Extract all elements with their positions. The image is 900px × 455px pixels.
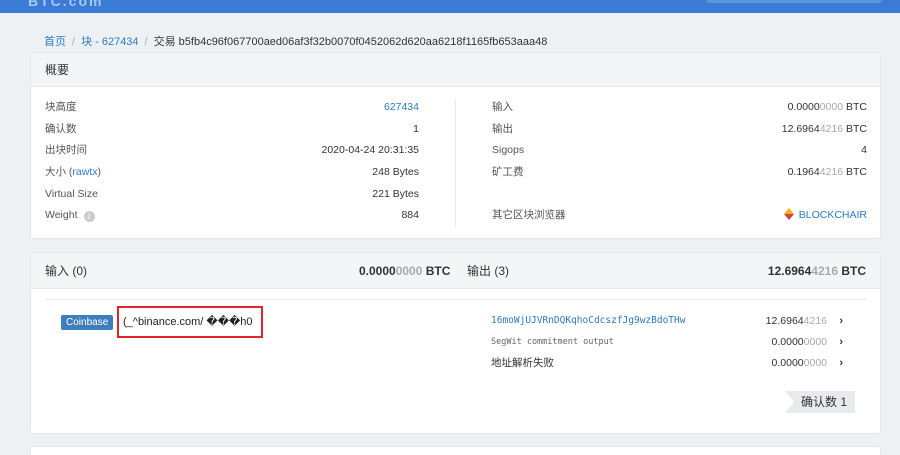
top-nav-bar: BTC.com	[0, 0, 900, 13]
output-address: SegWit commitment output	[491, 337, 614, 347]
overview-row-block-height: 块高度 627434	[45, 97, 419, 119]
value: 884	[401, 209, 419, 222]
breadcrumb: 首页 / 块 - 627434 / 交易 b5fb4c96f067700aed06af3…	[44, 33, 547, 49]
amount-main: 0.0000	[787, 101, 820, 113]
breadcrumb-separator: /	[144, 36, 148, 48]
outputs-label: 输出 (3)	[467, 264, 510, 278]
output-amount: 0.00000000	[772, 332, 827, 352]
overview-row-virtual-size: Virtual Size 221 Bytes	[45, 184, 419, 206]
amount-main: 0.0000	[771, 336, 804, 348]
chevron-right-icon[interactable]: ›	[839, 332, 843, 352]
value: 1	[413, 122, 419, 135]
blockchair-label: BLOCKCHAIR	[798, 209, 867, 222]
amount-dim: 0000	[803, 336, 827, 348]
value: 0.19644216 BTC	[788, 162, 867, 184]
breadcrumb-home[interactable]: 首页	[44, 36, 66, 48]
output-row[interactable]: 地址解析失败 0.00000000 ›	[491, 353, 843, 373]
amount-main: 0.0000	[771, 357, 804, 369]
blockchair-logo-icon	[783, 208, 794, 221]
amount-unit: BTC	[838, 264, 866, 278]
value: 12.69644216 BTC	[782, 119, 867, 141]
label: 大小 (rawtx)	[45, 166, 102, 179]
info-icon[interactable]: i	[83, 211, 95, 223]
label: 出块时间	[45, 144, 87, 157]
overview-row-output: 输出 12.69644216 BTC	[492, 119, 867, 141]
overview-row-sigops: Sigops 4	[492, 140, 867, 162]
amount-main: 12.6964	[781, 122, 820, 135]
search-input[interactable]	[706, 0, 882, 3]
amount-dim: 4216	[803, 315, 827, 327]
breadcrumb-block[interactable]: 块 - 627434	[81, 36, 138, 48]
amount-dim: 4216	[819, 122, 844, 135]
amount-dim: 0000	[803, 357, 827, 369]
confirmations-badge: 确认数 1	[785, 391, 856, 413]
value: 4	[861, 144, 867, 157]
value: 0.00000000 BTC	[788, 97, 867, 119]
breadcrumb-separator: /	[72, 36, 76, 48]
label: 其它区块浏览器	[492, 209, 566, 222]
block-height-link[interactable]: 627434	[384, 97, 419, 119]
overview-row-block-time: 出块时间 2020-04-24 20:31:35	[45, 140, 419, 162]
chevron-right-icon[interactable]: ›	[839, 311, 843, 331]
output-amount: 12.69644216	[766, 311, 827, 331]
amount-main: 12.6964	[765, 315, 804, 327]
overview-left-column: 块高度 627434 确认数 1 出块时间 2020-04-24 20:31:3…	[45, 97, 419, 227]
inputs-total: 0.00000000 BTC	[359, 253, 450, 289]
amount-unit: BTC	[843, 166, 867, 179]
divider	[45, 299, 867, 300]
overview-row-weight: Weight i 884	[45, 205, 419, 227]
outputs-total: 12.69644216 BTC	[768, 253, 866, 289]
overview-title: 概要	[31, 53, 880, 87]
output-address: 地址解析失败	[491, 357, 554, 369]
label: 矿工费	[492, 166, 524, 179]
output-address-link[interactable]: 16moWjUJVRnDQKqhoCdcszfJg9wzBdoTHw	[491, 311, 685, 331]
amount-unit: BTC	[422, 264, 451, 278]
coinbase-script: (_^binance.com/ ���h0	[123, 316, 253, 328]
amount-dim: 0000	[819, 101, 844, 113]
overview-card: 概要 块高度 627434 确认数 1 出块时间 2020-04-24 20:3…	[30, 52, 881, 239]
next-card	[30, 446, 881, 455]
overview-row-other-explorers: 其它区块浏览器 BLOCKCHAIR	[492, 205, 867, 227]
inputs-label: 输入 (0)	[45, 264, 88, 278]
label: 输入	[492, 101, 513, 113]
amount-unit: BTC	[843, 122, 867, 135]
site-logo[interactable]: BTC.com	[28, 0, 103, 9]
label: 确认数	[45, 122, 77, 135]
overview-row-fee: 矿工费 0.19644216 BTC	[492, 162, 867, 184]
overview-row-spacer	[492, 184, 867, 206]
value: 2020-04-24 20:31:35	[321, 144, 420, 157]
size-label: 大小	[45, 166, 66, 179]
overview-row-input: 输入 0.00000000 BTC	[492, 97, 867, 119]
rawtx-link[interactable]: rawtx	[72, 166, 97, 178]
overview-right-column: 输入 0.00000000 BTC 输出 12.69644216 BTC Sig…	[492, 97, 867, 227]
blockchair-link[interactable]: BLOCKCHAIR	[783, 205, 867, 227]
coinbase-badge[interactable]: Coinbase	[61, 315, 114, 330]
label: 输出	[492, 122, 513, 135]
label: Sigops	[492, 144, 525, 157]
overview-row-size: 大小 (rawtx) 248 Bytes	[45, 162, 419, 184]
weight-label: Weight	[45, 209, 78, 222]
output-amount: 0.00000000	[772, 353, 827, 373]
chevron-right-icon[interactable]: ›	[839, 353, 843, 373]
amount-main: 12.6964	[767, 264, 812, 278]
column-divider	[455, 99, 456, 227]
amount-unit: BTC	[843, 101, 867, 113]
label: Virtual Size	[45, 187, 98, 200]
transaction-header: 输入 (0) 0.00000000 BTC 输出 (3) 12.69644216…	[31, 253, 880, 289]
amount-main: 0.0000	[359, 264, 396, 278]
value: 221 Bytes	[372, 187, 419, 200]
label: 块高度	[45, 101, 77, 113]
amount-main: 0.1964	[787, 166, 820, 179]
breadcrumb-current-tx: 交易 b5fb4c96f067700aed06af3f32b0070f04520…	[153, 36, 548, 48]
amount-dim: 4216	[819, 166, 844, 179]
overview-row-confirmations: 确认数 1	[45, 119, 419, 141]
transaction-card: 输入 (0) 0.00000000 BTC 输出 (3) 12.69644216…	[30, 252, 881, 434]
amount-dim: 0000	[395, 264, 423, 278]
value: 248 Bytes	[372, 166, 419, 179]
amount-dim: 4216	[811, 264, 838, 278]
label: Weight i	[45, 205, 95, 227]
output-row[interactable]: 16moWjUJVRnDQKqhoCdcszfJg9wzBdoTHw 12.69…	[491, 311, 843, 331]
output-row[interactable]: SegWit commitment output 0.00000000 ›	[491, 332, 843, 352]
